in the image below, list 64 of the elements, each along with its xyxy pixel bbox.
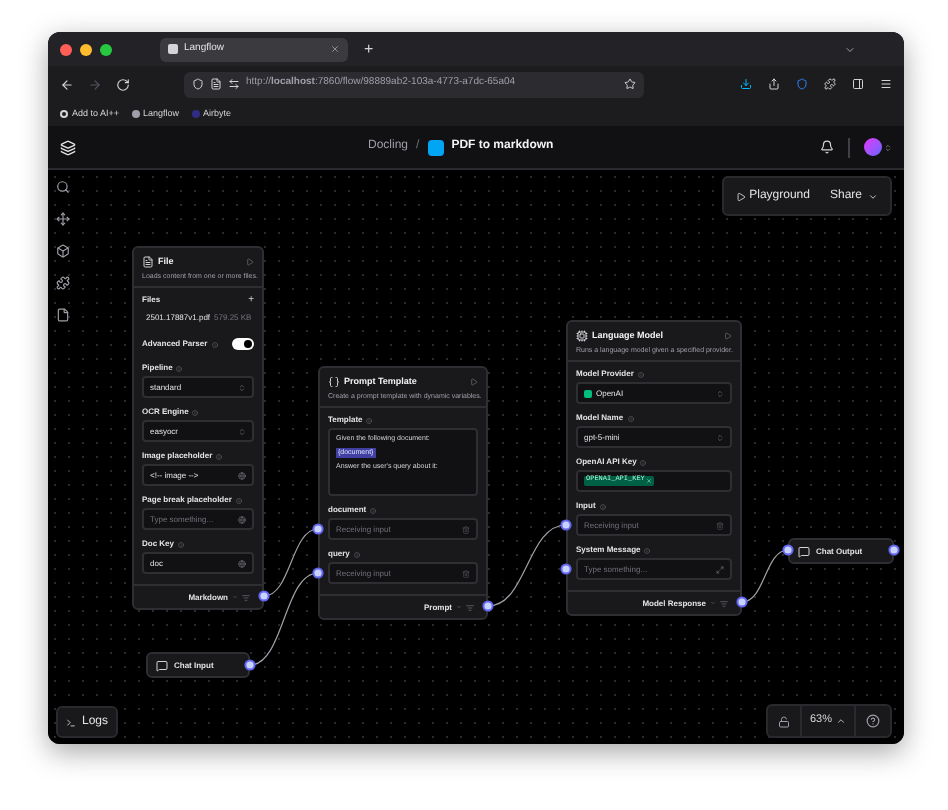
share-icon[interactable] xyxy=(768,78,780,90)
play-icon xyxy=(735,191,746,201)
info-icon xyxy=(216,453,223,459)
chat-icon xyxy=(798,545,810,557)
braces-icon xyxy=(328,376,340,388)
edge-line xyxy=(249,572,319,666)
page-icon xyxy=(210,78,222,90)
info-icon xyxy=(599,503,606,509)
info-icon xyxy=(366,417,373,423)
expand-icon xyxy=(716,565,724,573)
logo-icon[interactable] xyxy=(60,139,76,155)
avatar[interactable] xyxy=(864,138,882,156)
chevron-icon xyxy=(868,191,878,201)
file-icon[interactable] xyxy=(56,308,70,322)
lock-icon[interactable] xyxy=(777,715,790,727)
chevron-icon[interactable] xyxy=(844,43,856,55)
trash-icon xyxy=(716,521,724,529)
chevron-icon xyxy=(836,716,846,726)
edge-line xyxy=(741,549,789,603)
info-icon xyxy=(353,551,360,557)
info-icon xyxy=(176,365,183,371)
globe-icon xyxy=(238,471,246,479)
component-node[interactable] xyxy=(318,366,488,620)
trash-icon xyxy=(462,525,470,533)
new-tab-button[interactable]: + xyxy=(364,41,374,57)
info-icon xyxy=(637,371,644,377)
info-icon xyxy=(235,497,242,503)
extension-icon[interactable] xyxy=(796,78,808,90)
component-node[interactable] xyxy=(132,246,264,610)
flow-icon xyxy=(427,139,444,155)
shield-icon xyxy=(192,78,204,90)
move-icon[interactable] xyxy=(56,212,70,226)
sidebar-icon[interactable] xyxy=(852,78,864,90)
chat-icon xyxy=(156,659,168,671)
puzzle-icon[interactable] xyxy=(824,78,836,90)
info-icon xyxy=(640,459,647,465)
file-icon xyxy=(142,256,154,268)
menu-icon[interactable] xyxy=(880,78,892,90)
provider-icon xyxy=(584,389,592,397)
globe-icon xyxy=(238,559,246,567)
trash-icon xyxy=(462,569,470,577)
info-icon xyxy=(627,415,634,421)
toggle-switch[interactable] xyxy=(232,338,254,350)
info-icon xyxy=(192,409,199,415)
back-icon[interactable] xyxy=(60,77,74,91)
permissions-icon xyxy=(228,78,240,90)
info-icon xyxy=(370,507,377,513)
reload-icon[interactable] xyxy=(116,77,130,91)
info-icon xyxy=(211,341,218,347)
edge-line xyxy=(263,528,319,597)
component-node[interactable] xyxy=(566,320,742,616)
info-icon xyxy=(644,547,651,553)
bell-icon[interactable] xyxy=(820,140,834,154)
download-icon[interactable] xyxy=(740,78,752,90)
chevrons-icon[interactable] xyxy=(884,143,892,151)
puzzle-icon[interactable] xyxy=(56,276,70,290)
star-icon[interactable] xyxy=(624,78,636,90)
component-icon[interactable] xyxy=(56,244,70,258)
globe-icon xyxy=(238,515,246,523)
search-icon[interactable] xyxy=(56,180,70,194)
tab-favicon xyxy=(168,44,178,54)
help-icon[interactable] xyxy=(866,714,880,728)
terminal-icon xyxy=(66,717,76,727)
info-icon xyxy=(178,541,185,547)
